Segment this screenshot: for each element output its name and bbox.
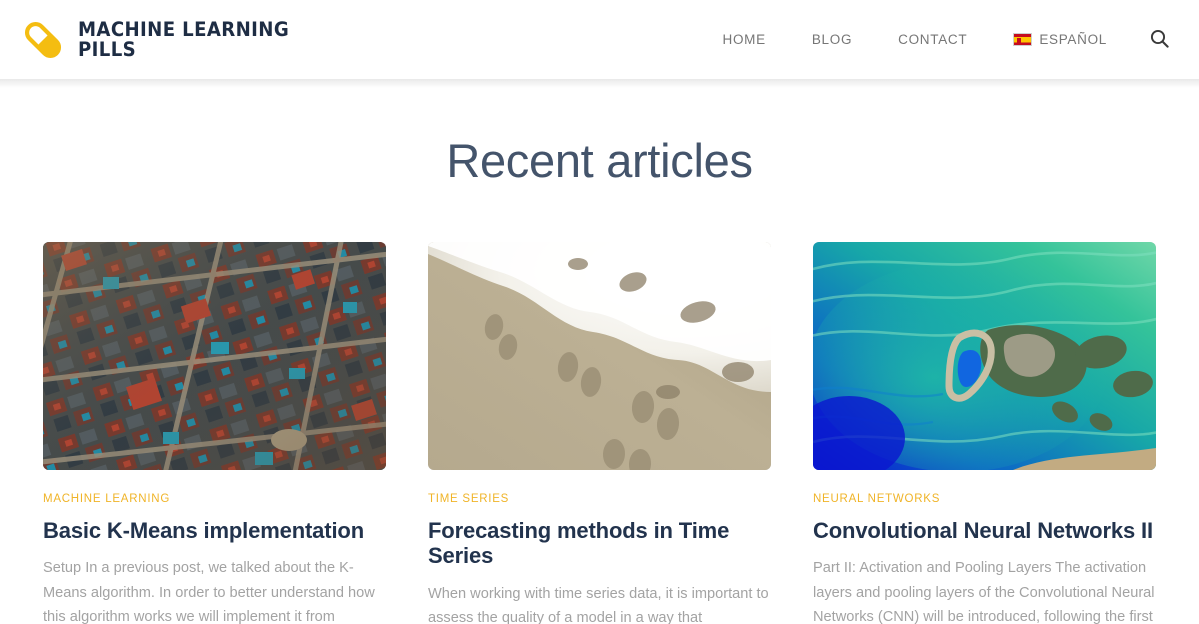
article-thumbnail-satellite-ocean[interactable] (813, 242, 1156, 470)
article-excerpt: Setup In a previous post, we talked abou… (43, 560, 375, 624)
language-switcher-espanol[interactable]: ESPAÑOL (990, 32, 1130, 47)
site-logo[interactable]: MACHINE LEARNING PILLS (20, 17, 305, 63)
article-thumbnail-beach-footprints[interactable] (428, 242, 771, 470)
site-header: MACHINE LEARNING PILLS HOME BLOG CONTACT… (0, 0, 1199, 88)
nav-item-blog[interactable]: BLOG (789, 32, 875, 47)
article-title[interactable]: Forecasting methods in Time Series (428, 518, 771, 569)
article-card: NEURAL NETWORKS Convolutional Neural Net… (813, 242, 1156, 624)
article-card: TIME SERIES Forecasting methods in Time … (428, 242, 771, 624)
search-button[interactable] (1130, 29, 1177, 51)
article-title[interactable]: Convolutional Neural Networks II (813, 518, 1156, 543)
recent-articles-grid: MACHINE LEARNING Basic K-Means implement… (0, 184, 1199, 624)
article-excerpt: Part II: Activation and Pooling Layers T… (813, 560, 1155, 624)
main-navigation: HOME BLOG CONTACT ESPAÑOL (700, 29, 1177, 51)
spain-flag-icon (1013, 33, 1033, 46)
article-thumbnail-aerial-suburb[interactable] (43, 242, 386, 470)
article-category[interactable]: NEURAL NETWORKS (813, 493, 940, 505)
page-title: Recent articles (446, 134, 753, 187)
article-excerpt: When working with time series data, it i… (428, 585, 769, 624)
pill-icon (20, 17, 66, 63)
article-card: MACHINE LEARNING Basic K-Means implement… (43, 242, 386, 624)
language-switcher-label: ESPAÑOL (1039, 32, 1107, 47)
article-category[interactable]: MACHINE LEARNING (43, 493, 170, 505)
main-content: Recent articles MACHINE LEARNING Basic K… (0, 79, 1199, 624)
site-logo-text: MACHINE LEARNING PILLS (78, 17, 290, 61)
article-title[interactable]: Basic K-Means implementation (43, 518, 386, 543)
search-icon (1150, 29, 1169, 51)
article-category[interactable]: TIME SERIES (428, 493, 509, 505)
nav-item-contact[interactable]: CONTACT (875, 32, 990, 47)
nav-item-home[interactable]: HOME (700, 32, 789, 47)
